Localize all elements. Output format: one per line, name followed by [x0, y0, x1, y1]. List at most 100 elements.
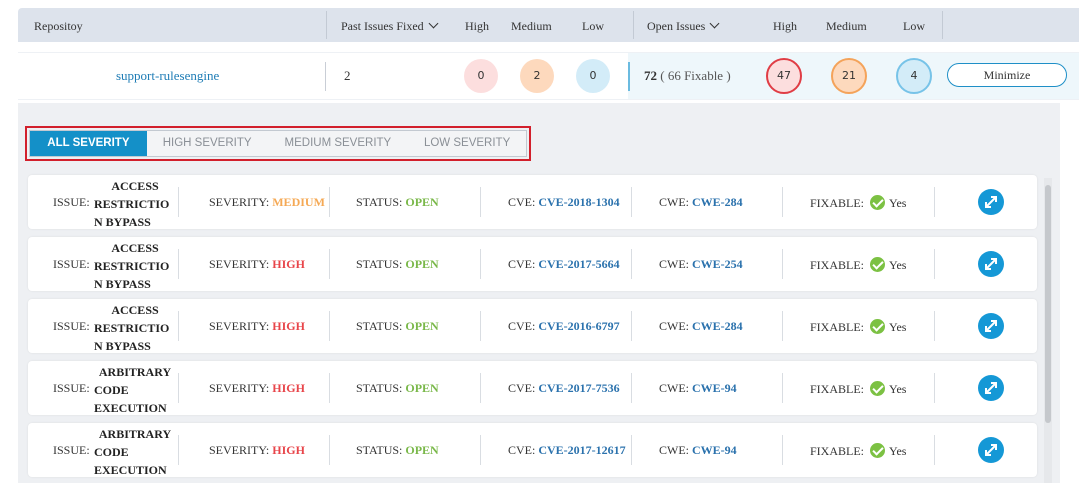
issue-name-line: RESTRICTIO: [94, 197, 170, 211]
cwe-label: CWE:: [659, 381, 689, 395]
severity-field: SEVERITY: MEDIUM: [209, 195, 325, 210]
repository-link[interactable]: support-rulesengine: [116, 68, 219, 84]
divider: [934, 187, 935, 217]
status-value: OPEN: [405, 381, 439, 395]
divider: [934, 311, 935, 341]
cve-link[interactable]: CVE-2017-5664: [538, 257, 619, 271]
cve-field: CVE: CVE-2017-7536: [508, 381, 620, 396]
cwe-field: CWE: CWE-284: [659, 319, 743, 334]
past-medium-count: 2: [520, 59, 554, 93]
expand-button[interactable]: [978, 251, 1004, 277]
issue-name: ACCESS RESTRICTIO N BYPASS: [94, 177, 176, 231]
cve-label: CVE:: [508, 319, 536, 333]
severity-tabs: ALL SEVERITY HIGH SEVERITY MEDIUM SEVERI…: [29, 130, 527, 157]
scrollbar-thumb[interactable]: [1045, 185, 1051, 423]
divider: [633, 11, 634, 39]
expand-button[interactable]: [978, 313, 1004, 339]
cve-link[interactable]: CVE-2017-7536: [538, 381, 619, 395]
divider: [178, 373, 179, 403]
status-value: OPEN: [405, 319, 439, 333]
chevron-down-icon: [428, 18, 439, 29]
col-past-medium: Medium: [511, 19, 552, 33]
cwe-label: CWE:: [659, 195, 689, 209]
col-past-issues-fixed[interactable]: Past Issues Fixed: [341, 18, 439, 34]
cwe-link[interactable]: CWE-284: [692, 319, 743, 333]
expand-arrows-icon: [985, 196, 997, 208]
divider: [480, 249, 481, 279]
expand-button[interactable]: [978, 189, 1004, 215]
table-header: Repositoy Past Issues Fixed High Medium …: [18, 8, 1079, 42]
open-issues-summary: 72 ( 66 Fixable ): [644, 68, 731, 84]
col-open-issues[interactable]: Open Issues: [647, 18, 720, 34]
issue-name-line: ACCESS: [111, 303, 159, 317]
status-label: STATUS:: [356, 319, 403, 333]
severity-label: SEVERITY:: [209, 381, 270, 395]
severity-field: SEVERITY: HIGH: [209, 257, 305, 272]
check-circle-icon: [870, 319, 885, 334]
status-field: STATUS: OPEN: [356, 443, 439, 458]
cve-label: CVE:: [508, 443, 536, 457]
divider: [942, 11, 943, 39]
tab-all-severity[interactable]: ALL SEVERITY: [30, 131, 147, 156]
chevron-down-icon: [709, 18, 720, 29]
divider: [329, 187, 330, 217]
cwe-link[interactable]: CWE-94: [692, 381, 737, 395]
fixable-value: Yes: [889, 258, 907, 272]
issue-name-line: ARBITRARY: [98, 427, 172, 441]
cve-field: CVE: CVE-2017-5664: [508, 257, 620, 272]
tab-low-severity[interactable]: LOW SEVERITY: [408, 131, 526, 156]
divider: [329, 311, 330, 341]
open-high-count: 47: [766, 58, 802, 94]
status-label: STATUS:: [356, 195, 403, 209]
tab-high-severity[interactable]: HIGH SEVERITY: [147, 131, 268, 156]
cwe-field: CWE: CWE-94: [659, 381, 737, 396]
cwe-link[interactable]: CWE-284: [692, 195, 743, 209]
col-open-issues-label: Open Issues: [647, 19, 706, 33]
divider: [329, 435, 330, 465]
severity-value: HIGH: [272, 381, 305, 395]
fixable-field: FIXABLE: Yes: [810, 195, 906, 211]
divider: [480, 435, 481, 465]
cwe-link[interactable]: CWE-94: [692, 443, 737, 457]
open-issues-count: 72: [644, 68, 657, 83]
severity-value: HIGH: [272, 319, 305, 333]
fixable-value: Yes: [889, 196, 907, 210]
past-high-count: 0: [464, 59, 498, 93]
issue-label: ISSUE:: [53, 319, 90, 333]
cve-link[interactable]: CVE-2017-12617: [538, 443, 625, 457]
col-repository: Repositoy: [34, 19, 83, 33]
open-low-count: 4: [896, 58, 932, 94]
cve-link[interactable]: CVE-2016-6797: [538, 319, 619, 333]
cve-label: CVE:: [508, 381, 536, 395]
issue-name-line: CODE: [94, 383, 129, 397]
cwe-field: CWE: CWE-284: [659, 195, 743, 210]
cve-link[interactable]: CVE-2018-1304: [538, 195, 619, 209]
open-fixable-count: ( 66 Fixable ): [660, 68, 731, 83]
expand-arrows-icon: [985, 320, 997, 332]
cwe-link[interactable]: CWE-254: [692, 257, 743, 271]
tab-medium-severity[interactable]: MEDIUM SEVERITY: [268, 131, 409, 156]
minimize-button[interactable]: Minimize: [947, 63, 1067, 87]
divider: [934, 435, 935, 465]
cve-field: CVE: CVE-2016-6797: [508, 319, 620, 334]
fixable-label: FIXABLE:: [810, 444, 864, 458]
issue-name-line: RESTRICTIO: [94, 321, 170, 335]
issue-name: ARBITRARY CODE EXECUTION: [94, 425, 176, 479]
divider: [782, 311, 783, 341]
issue-card: ISSUE: ACCESS RESTRICTIO N BYPASS SEVERI…: [28, 299, 1037, 353]
status-value: OPEN: [405, 257, 439, 271]
divider: [631, 311, 632, 341]
divider: [782, 249, 783, 279]
issue-card: ISSUE: ARBITRARY CODE EXECUTION SEVERITY…: [28, 361, 1037, 415]
cve-label: CVE:: [508, 195, 536, 209]
cwe-label: CWE:: [659, 443, 689, 457]
severity-field: SEVERITY: HIGH: [209, 443, 305, 458]
divider: [934, 373, 935, 403]
cve-label: CVE:: [508, 257, 536, 271]
divider: [782, 435, 783, 465]
divider: [934, 249, 935, 279]
expand-button[interactable]: [978, 437, 1004, 463]
divider: [631, 373, 632, 403]
expand-button[interactable]: [978, 375, 1004, 401]
expand-arrows-icon: [985, 444, 997, 456]
